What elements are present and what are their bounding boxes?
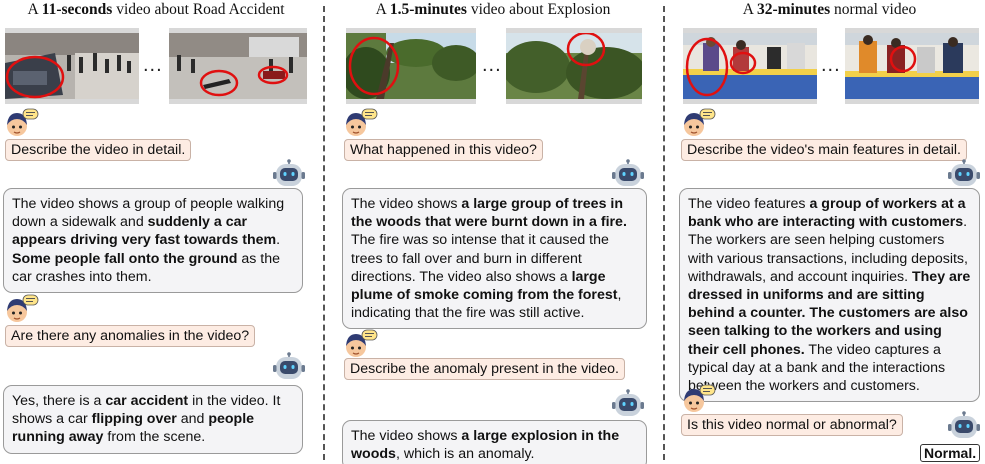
robot-assistant-icon — [947, 411, 981, 441]
example-column-road-accident: A 11-seconds video about Road Accident .… — [0, 0, 312, 464]
ellipsis: ... — [482, 54, 502, 76]
ellipsis: ... — [821, 54, 841, 76]
assistant-answer: The video shows a group of people walkin… — [3, 188, 303, 294]
robot-assistant-icon — [611, 159, 645, 189]
column-title: A 1.5-minutes video about Explosion — [375, 1, 611, 18]
video-frame-thumbnail — [346, 28, 476, 104]
video-frame-thumbnail — [683, 28, 817, 104]
column-title: A 11-seconds video about Road Accident — [27, 1, 285, 18]
assistant-answer: The video shows a large group of trees i… — [342, 188, 647, 330]
video-frame-thumbnail — [506, 28, 642, 104]
user-avatar-icon — [5, 108, 39, 138]
video-frame-strip: ... — [346, 28, 642, 104]
example-column-normal: A 32-minutes normal video ... Describe t… — [674, 0, 985, 464]
assistant-answer: The video features a group of workers at… — [679, 188, 980, 403]
user-question: Describe the anomaly present in the vide… — [344, 358, 625, 380]
robot-assistant-icon — [272, 352, 306, 382]
ellipsis: ... — [143, 54, 163, 76]
user-avatar-icon — [682, 108, 716, 138]
robot-assistant-icon — [947, 159, 981, 189]
video-frame-strip: ... — [683, 28, 979, 104]
user-avatar-icon — [682, 384, 716, 414]
video-frame-thumbnail — [845, 28, 979, 104]
assistant-answer: Yes, there is a car accident in the vide… — [3, 385, 303, 454]
user-avatar-icon — [5, 294, 39, 324]
assistant-short-answer: Normal. — [920, 444, 981, 462]
robot-assistant-icon — [272, 159, 306, 189]
assistant-answer: The video shows a large explosion in the… — [342, 420, 647, 464]
user-avatar-icon — [344, 329, 378, 359]
column-title: A 32-minutes normal video — [742, 1, 917, 18]
video-frame-thumbnail — [169, 28, 307, 104]
user-question: Are there any anomalies in the video? — [5, 325, 256, 347]
column-divider — [663, 6, 665, 460]
robot-assistant-icon — [611, 389, 645, 419]
column-divider — [323, 6, 325, 460]
video-frame-strip: ... — [5, 28, 307, 104]
user-question: Describe the video in detail. — [5, 139, 192, 161]
video-frame-thumbnail — [5, 28, 139, 104]
example-column-explosion: A 1.5-minutes video about Explosion ... — [334, 0, 652, 464]
user-question: What happened in this video? — [344, 139, 543, 161]
user-question: Is this video normal or abnormal? — [681, 414, 903, 436]
user-question: Describe the video's main features in de… — [681, 139, 967, 161]
user-avatar-icon — [344, 108, 378, 138]
